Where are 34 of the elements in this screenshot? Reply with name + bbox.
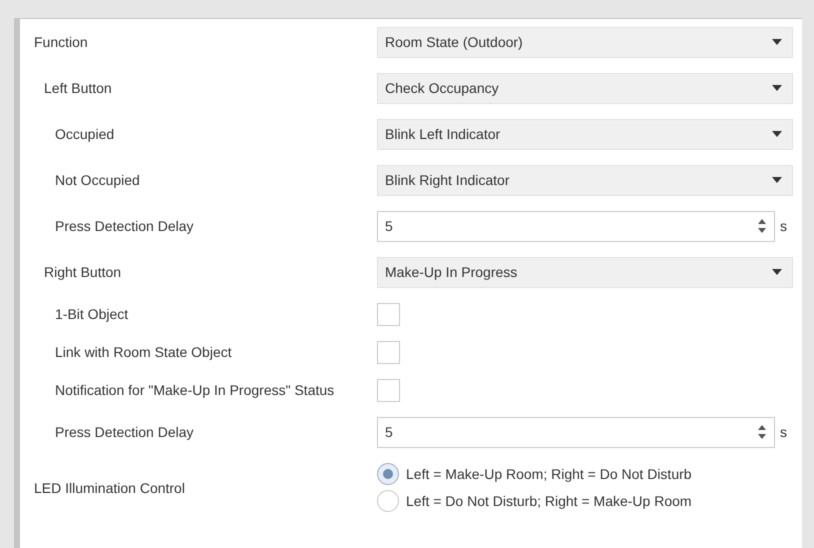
parameter-label: Press Detection Delay [55, 423, 195, 442]
option-label: Left = Do Not Disturb; Right = Make-Up Room [406, 492, 692, 511]
dropdown[interactable]: Make-Up In Progress [377, 256, 793, 288]
unit-label: s [780, 422, 788, 442]
radio-button[interactable] [377, 490, 399, 512]
caret-icon [772, 39, 782, 45]
dropdown[interactable]: Room State (Outdoor) [377, 26, 793, 58]
number-field[interactable]: 5 [377, 416, 775, 448]
caret-icon [772, 269, 782, 275]
checkbox[interactable] [377, 378, 400, 402]
radio-button[interactable] [377, 463, 399, 485]
checkbox[interactable] [377, 302, 400, 326]
number-field[interactable]: 5 [377, 210, 775, 242]
parameter-label: Press Detection Delay [55, 217, 195, 236]
parameter-label: Not Occupied [55, 171, 141, 190]
checkbox[interactable] [377, 340, 400, 364]
parameter-label: Right Button [44, 263, 122, 282]
parameter-label: LED Illumination Control [34, 478, 186, 498]
dropdown[interactable]: Check Occupancy [377, 72, 793, 104]
caret-icon [772, 177, 782, 183]
unit-label: s [780, 216, 788, 236]
spinner-icon[interactable] [758, 425, 766, 439]
dropdown[interactable]: Blink Right Indicator [377, 164, 793, 196]
parameter-label: Link with Room State Object [55, 343, 233, 362]
option-label: Left = Make-Up Room; Right = Do Not Disturb [406, 464, 692, 484]
dropdown[interactable]: Blink Left Indicator [377, 118, 793, 150]
parameter-label: Function [34, 33, 89, 52]
caret-icon [772, 131, 782, 137]
spinner-icon[interactable] [758, 219, 766, 233]
parameter-label: Notification for "Make-Up In Progress" Status [55, 381, 336, 400]
caret-icon [772, 85, 782, 91]
parameter-label: Occupied [55, 125, 116, 144]
parameter-label: Left Button [44, 79, 113, 98]
parameter-label: 1-Bit Object [55, 305, 130, 324]
